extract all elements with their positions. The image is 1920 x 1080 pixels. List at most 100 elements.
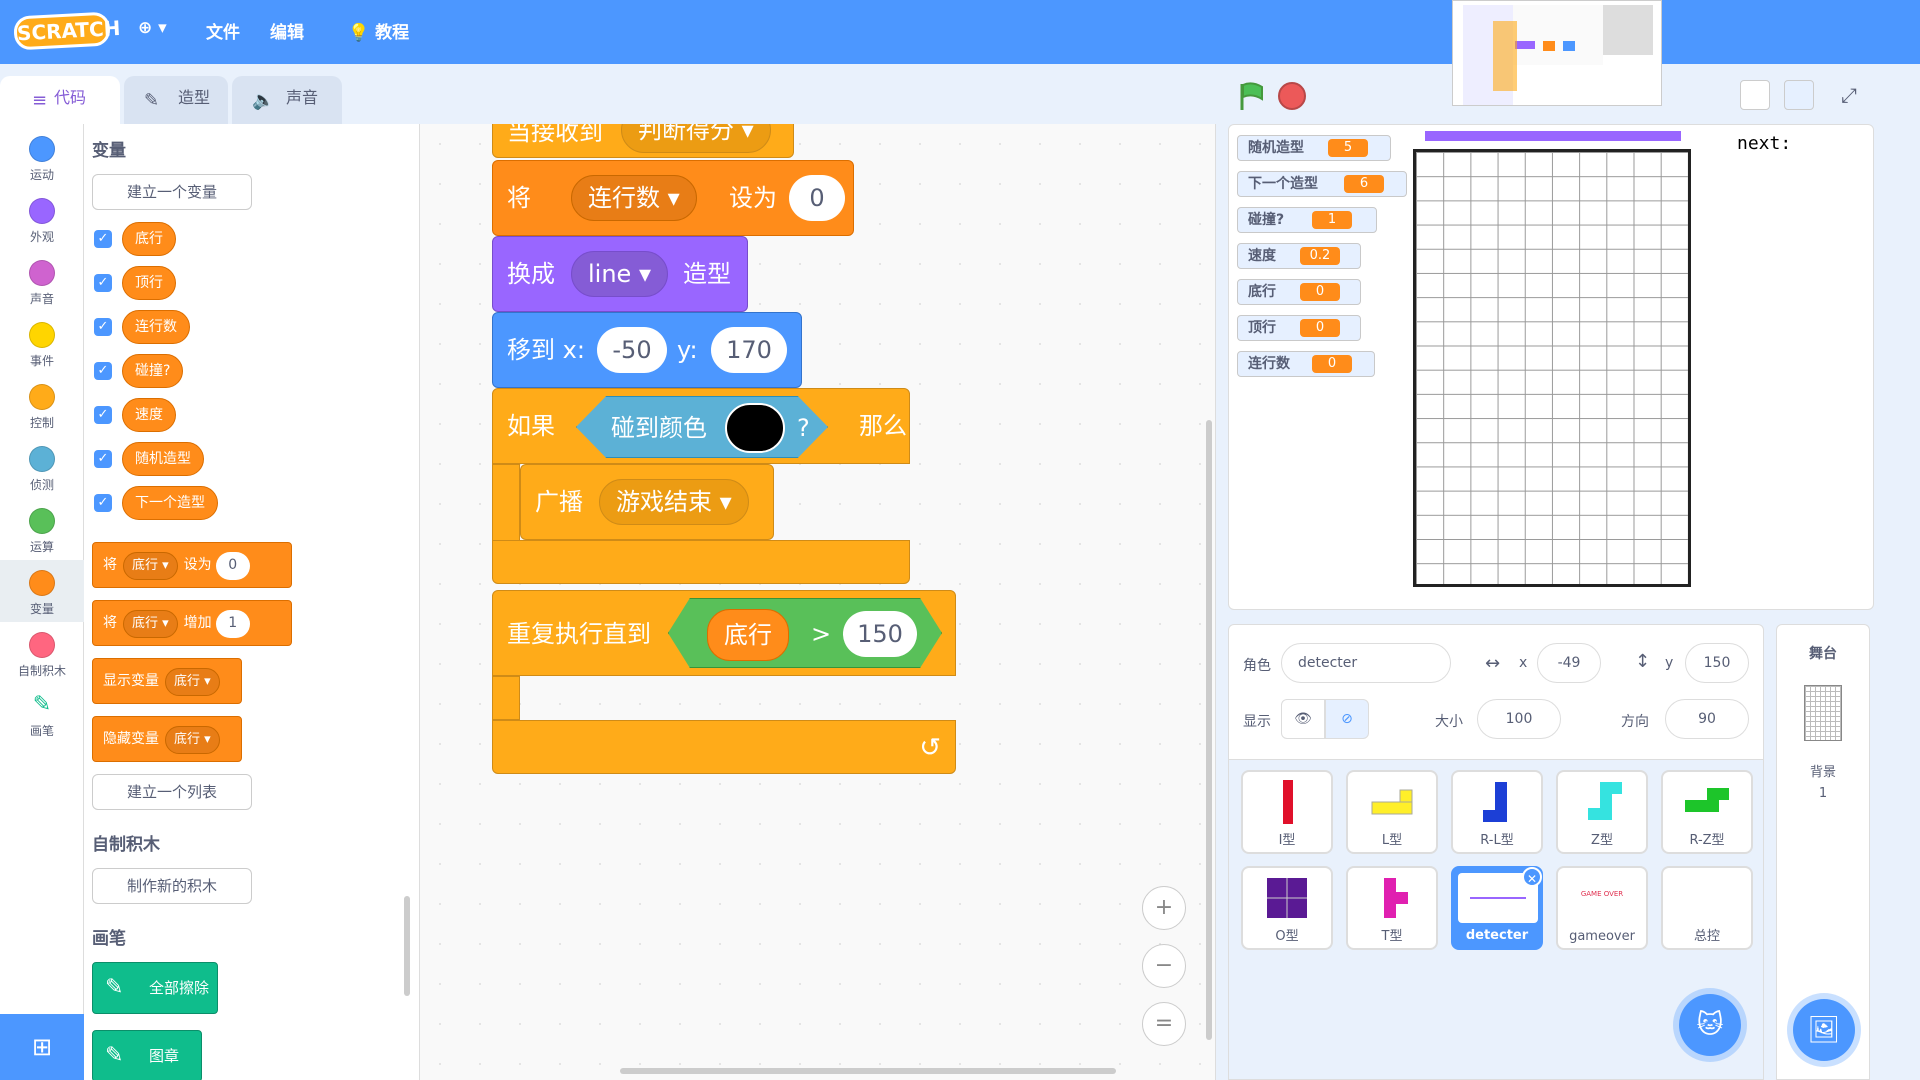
large-stage-button[interactable] xyxy=(1784,80,1814,110)
next-label: next: xyxy=(1737,133,1792,154)
variable-dropdown[interactable]: 连行数 ▾ xyxy=(571,175,697,221)
greater-than-block[interactable]: 底行 > 150 xyxy=(668,598,942,668)
tutorials-menu[interactable]: 💡 教程 xyxy=(348,18,409,43)
tab-sounds[interactable]: 声音 xyxy=(232,76,342,124)
language-menu[interactable]: ⊕ ▾ xyxy=(138,18,167,38)
fullscreen-icon[interactable]: ⤢ xyxy=(1834,80,1864,110)
show-visible-button[interactable]: 👁 xyxy=(1281,699,1325,739)
category-events[interactable]: 事件 xyxy=(0,322,84,369)
costume-dropdown[interactable]: line ▾ xyxy=(571,251,668,297)
category-sensing[interactable]: 侦测 xyxy=(0,446,84,493)
tab-costumes[interactable]: 造型 xyxy=(124,76,228,124)
var-checkbox[interactable]: ✓ xyxy=(94,362,112,380)
set-variable-block[interactable]: 将底行 ▾ 设为 0 xyxy=(92,542,292,588)
var-checkbox[interactable]: ✓ xyxy=(94,274,112,292)
y-field[interactable]: 150 xyxy=(1685,643,1749,683)
make-variable-button[interactable]: 建立一个变量 xyxy=(92,174,252,210)
i-piece-icon xyxy=(1283,780,1293,824)
color-swatch[interactable] xyxy=(725,403,785,453)
motion-dot-icon xyxy=(29,136,55,162)
control-dot-icon xyxy=(29,384,55,410)
var-checkbox[interactable]: ✓ xyxy=(94,318,112,336)
backdrop-label: 背景 xyxy=(1809,765,1836,780)
sprite-tile[interactable]: 总控 xyxy=(1661,866,1753,950)
value-input[interactable]: 0 xyxy=(789,175,845,221)
category-operators[interactable]: 运算 xyxy=(0,508,84,555)
var-reporter[interactable]: 底行 xyxy=(122,222,176,256)
sprite-tile[interactable]: GAME OVER gameover xyxy=(1556,866,1648,950)
choose-backdrop-button[interactable]: 🖼 xyxy=(1793,999,1855,1061)
y-input[interactable]: 170 xyxy=(711,327,787,373)
x-input[interactable]: -50 xyxy=(597,327,667,373)
change-variable-block[interactable]: 将底行 ▾ 增加 1 xyxy=(92,600,292,646)
category-motion[interactable]: 运动 xyxy=(0,136,84,183)
delete-sprite-icon[interactable]: ✕ xyxy=(1522,867,1542,887)
var-reporter[interactable]: 碰撞? xyxy=(122,354,184,388)
small-stage-button[interactable] xyxy=(1740,80,1770,110)
sprite-tile[interactable]: R-L型 xyxy=(1451,770,1543,854)
category-control[interactable]: 控制 xyxy=(0,384,84,431)
var-reporter[interactable]: 顶行 xyxy=(122,266,176,300)
horizontal-scrollbar[interactable] xyxy=(620,1068,1116,1074)
block-palette: 变量 建立一个变量 ✓ 底行 ✓ 顶行 ✓ 连行数 ✓ 碰撞? ✓ 速度 ✓ 随机造型 ✓ 下… xyxy=(84,124,420,1080)
scratch-logo[interactable]: SCRATCH xyxy=(13,11,121,51)
size-field[interactable]: 100 xyxy=(1477,699,1561,739)
var-checkbox[interactable]: ✓ xyxy=(94,494,112,512)
category-variables[interactable]: 变量 xyxy=(0,560,84,622)
message-dropdown[interactable]: 游戏结束 ▾ xyxy=(599,479,749,525)
broadcast-block[interactable]: 广播 游戏结束 ▾ xyxy=(520,464,774,540)
var-checkbox[interactable]: ✓ xyxy=(94,406,112,424)
make-list-button[interactable]: 建立一个列表 xyxy=(92,774,252,810)
stage[interactable]: 随机造型 5 下一个造型 6 碰撞? 1 速度 0.2 底行 0 顶行 0 连行数 0 nex… xyxy=(1228,124,1874,610)
sprite-tile[interactable]: T型 xyxy=(1346,866,1438,950)
zoom-out-button[interactable]: − xyxy=(1142,944,1186,988)
green-flag-button[interactable] xyxy=(1236,80,1268,116)
goto-xy-block[interactable]: 移到 x: -50 y: 170 xyxy=(492,312,802,388)
edit-menu[interactable]: 编辑 xyxy=(270,18,304,43)
detecter-line xyxy=(1425,131,1681,141)
choose-sprite-button[interactable]: 🐱 xyxy=(1679,994,1741,1056)
var-reporter[interactable]: 随机造型 xyxy=(122,442,204,476)
category-pen[interactable]: ✎ 画笔 xyxy=(0,692,84,739)
var-checkbox[interactable]: ✓ xyxy=(94,230,112,248)
x-field[interactable]: -49 xyxy=(1537,643,1601,683)
var-reporter[interactable]: 速度 xyxy=(122,398,176,432)
vertical-scrollbar[interactable] xyxy=(1206,420,1212,1040)
var-reporter[interactable]: 下一个造型 xyxy=(122,486,218,520)
category-sound[interactable]: 声音 xyxy=(0,260,84,307)
zoom-in-button[interactable]: + xyxy=(1142,886,1186,930)
switch-costume-block[interactable]: 换成 line ▾ 造型 xyxy=(492,236,748,312)
variable-reporter[interactable]: 底行 xyxy=(707,609,789,661)
zoom-reset-button[interactable]: = xyxy=(1142,1002,1186,1046)
stop-button[interactable] xyxy=(1278,82,1306,110)
var-checkbox[interactable]: ✓ xyxy=(94,450,112,468)
make-block-button[interactable]: 制作新的积木 xyxy=(92,868,252,904)
add-extension-button[interactable]: ⊞ xyxy=(0,1014,84,1080)
pen-clear-block[interactable]: ✎ 全部擦除 xyxy=(92,962,218,1014)
direction-field[interactable]: 90 xyxy=(1665,699,1749,739)
tab-code[interactable]: 代码 xyxy=(0,76,120,124)
touching-color-block[interactable]: 碰到颜色 ? xyxy=(576,396,828,458)
category-myblocks[interactable]: 自制积木 xyxy=(0,632,84,679)
zoom-out-icon: − xyxy=(1154,953,1174,978)
pen-stamp-block[interactable]: ✎ 图章 xyxy=(92,1030,202,1080)
sprite-tile[interactable]: L型 xyxy=(1346,770,1438,854)
compare-input[interactable]: 150 xyxy=(843,611,917,657)
category-looks[interactable]: 外观 xyxy=(0,198,84,245)
hide-variable-block[interactable]: 隐藏变量 底行 ▾ xyxy=(92,716,242,762)
set-variable-block[interactable]: 将 连行数 ▾ 设为 0 xyxy=(492,160,854,236)
sprite-tile[interactable]: Z型 xyxy=(1556,770,1648,854)
hide-button[interactable]: ⊘ xyxy=(1325,699,1369,739)
when-receive-hat-block[interactable]: 当接收到 判断得分 ▾ xyxy=(492,124,794,158)
sprite-tile-selected[interactable]: ✕ detecter xyxy=(1451,866,1543,950)
sprite-tile[interactable]: O型 xyxy=(1241,866,1333,950)
sprite-tile[interactable]: I型 xyxy=(1241,770,1333,854)
sprite-tile[interactable]: R-Z型 xyxy=(1661,770,1753,854)
show-variable-block[interactable]: 显示变量 底行 ▾ xyxy=(92,658,242,704)
file-menu[interactable]: 文件 xyxy=(206,18,240,43)
var-reporter[interactable]: 连行数 xyxy=(122,310,190,344)
size-label: 大小 xyxy=(1435,714,1463,730)
sprite-name-field[interactable]: detecter xyxy=(1281,643,1451,683)
palette-scrollbar[interactable] xyxy=(404,896,410,996)
stage-panel[interactable]: 舞台 背景 1 🖼 xyxy=(1776,624,1870,1080)
